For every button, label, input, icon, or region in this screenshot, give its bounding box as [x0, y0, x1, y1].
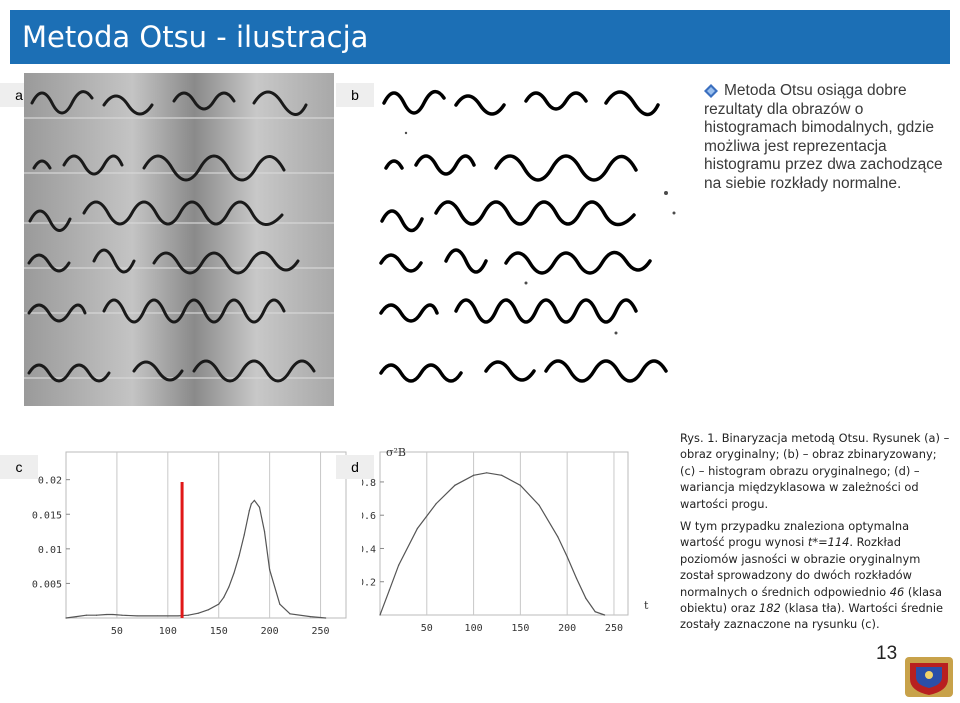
y-axis-label: σ²B [386, 446, 406, 459]
plot-frame [65, 451, 347, 619]
data-point [207, 609, 210, 611]
title-bar: Metoda Otsu - ilustracja [10, 10, 950, 64]
data-point [106, 613, 108, 616]
data-point [501, 474, 503, 476]
caption-paragraph-1: Rys. 1. Binaryzacja metodą Otsu. Rysunek… [680, 431, 950, 511]
y-tick-label: 0.01 [38, 545, 62, 556]
data-point [519, 484, 521, 486]
y-tick-label: 0.8 [362, 478, 376, 489]
data-point [269, 568, 271, 571]
data-point [238, 555, 240, 557]
y-tick-label: 0.4 [362, 544, 376, 555]
original-handwriting-image [24, 73, 334, 406]
x-tick-label: 250 [312, 626, 330, 637]
data-point [604, 614, 606, 616]
x-tick-label: 150 [210, 626, 228, 637]
diamond-bullet-icon [704, 84, 718, 98]
y-tick-label: 0.6 [362, 511, 376, 522]
x-tick-label: 100 [465, 623, 483, 634]
data-series-line [65, 499, 326, 619]
slide-title: Metoda Otsu - ilustracja [22, 20, 369, 54]
binarized-image-strokes [379, 89, 676, 383]
x-tick-label: 150 [511, 623, 529, 634]
data-point [486, 472, 488, 474]
data-point [379, 614, 381, 616]
x-tick-label: 250 [605, 623, 623, 634]
y-tick-label: 0.005 [32, 579, 62, 590]
y-tick-label: 0.015 [32, 510, 62, 521]
data-point [157, 615, 159, 617]
original-image-strokes [24, 73, 334, 406]
data-point [197, 612, 199, 614]
data-point [585, 597, 587, 599]
data-point [279, 603, 281, 605]
data-point [309, 616, 311, 618]
data-point [538, 504, 540, 506]
data-point [594, 611, 596, 613]
data-point [557, 536, 559, 538]
data-point [85, 614, 87, 616]
data-point [388, 589, 390, 591]
data-point [233, 572, 235, 574]
histogram-chart: 50 100 150 200 250 0.005 0.01 0.015 0.02 [32, 451, 347, 637]
data-point [575, 577, 578, 580]
data-point [177, 615, 179, 617]
data-point [289, 613, 291, 615]
data-point [228, 586, 230, 588]
data-point [223, 596, 225, 598]
y-tick-label: 0.02 [38, 476, 62, 487]
x-tick-label: 200 [558, 623, 576, 634]
data-series-line [379, 472, 605, 616]
bullet-text: Metoda Otsu osiąga dobre rezultaty dla o… [704, 82, 943, 192]
data-point [248, 510, 250, 512]
data-point [65, 617, 67, 619]
panel-label-b: b [336, 83, 374, 107]
data-point [258, 506, 261, 508]
x-axis-label: t [644, 599, 649, 612]
data-point [218, 603, 220, 605]
data-point [75, 616, 77, 618]
caption-paragraph-2: W tym przypadku znaleziona optymalna war… [680, 519, 944, 632]
data-point [398, 564, 400, 566]
binarized-handwriting-image [376, 73, 686, 406]
x-tick-label: 200 [261, 626, 279, 637]
university-crest-icon [905, 657, 953, 697]
data-point [250, 503, 252, 505]
data-point [253, 499, 255, 502]
x-tick-label: 50 [111, 626, 123, 637]
data-point [121, 614, 123, 616]
data-point [454, 484, 456, 486]
data-point [566, 556, 568, 558]
data-point [243, 534, 245, 536]
data-point [263, 530, 266, 533]
data-point [472, 474, 475, 476]
data-point [136, 615, 138, 617]
data-point [325, 617, 327, 619]
y-tick-label: 0.2 [362, 578, 376, 589]
bullet-point: Metoda Otsu osiąga dobre rezultaty dla o… [704, 82, 944, 193]
data-point [435, 502, 437, 505]
x-tick-label: 100 [159, 626, 177, 637]
data-point [95, 614, 98, 616]
data-point [112, 613, 114, 616]
figure-caption: Rys. 1. Binaryzacja metodą Otsu. Rysunek… [680, 430, 955, 639]
page-number: 13 [876, 643, 898, 664]
data-point [416, 527, 419, 530]
data-point [187, 614, 189, 616]
x-tick-label: 50 [421, 623, 433, 634]
variance-chart: 50 100 150 200 250 0.2 0.4 0.6 0.8 σ²B t [362, 446, 649, 634]
